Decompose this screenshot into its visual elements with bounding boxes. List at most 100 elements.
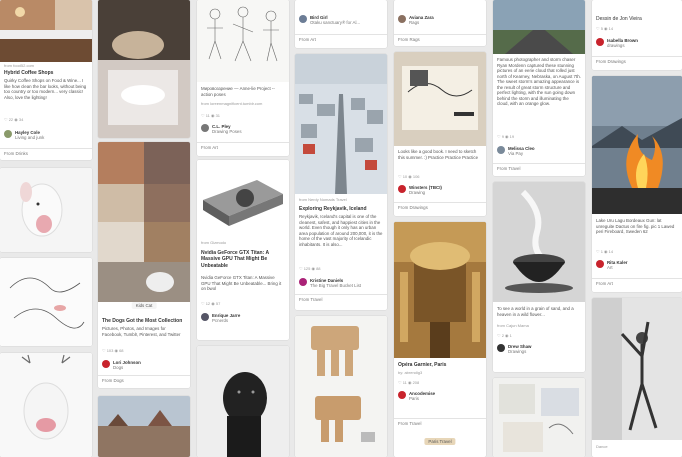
pin-origin: From Dogs bbox=[102, 378, 124, 383]
pin-card-leather-holder[interactable] bbox=[295, 316, 387, 457]
avatar[interactable] bbox=[596, 260, 604, 268]
reykjavik-image[interactable] bbox=[295, 54, 387, 194]
figure-sketch-image[interactable] bbox=[197, 0, 289, 82]
pin-card-aviana[interactable]: Aviana Zara Rags From Rags bbox=[394, 0, 486, 46]
coffee-shop-image[interactable] bbox=[0, 0, 92, 62]
pin-card-drawings[interactable] bbox=[493, 378, 585, 457]
dog-sketch-image[interactable] bbox=[0, 258, 92, 346]
pin-card-village[interactable] bbox=[98, 396, 190, 457]
avatar[interactable] bbox=[4, 130, 12, 138]
pinner-info[interactable]: C.L. Pley Drawing Poses bbox=[212, 124, 242, 135]
pin-card-dessin[interactable]: Dessin de Jon Vieira ♡ 5 ◉ 14 Isabella B… bbox=[592, 0, 682, 70]
dancer-image[interactable] bbox=[592, 298, 682, 440]
pin-origin: From Drawings bbox=[596, 59, 626, 64]
avatar[interactable] bbox=[102, 360, 110, 368]
pin-card-teacup[interactable]: To see a world in a grain of sand, and a… bbox=[493, 182, 585, 372]
pin-card-bullterrier[interactable] bbox=[0, 168, 92, 252]
pinner-info[interactable]: Isabella Brown drawings bbox=[607, 38, 638, 49]
avatar[interactable] bbox=[299, 278, 307, 286]
pin-source: from Nerdy Nomads Travel bbox=[299, 197, 347, 202]
pin-card-dog-collage[interactable]: Kids Cat The Dogs Got the Most Collectio… bbox=[98, 142, 190, 388]
pin-title: Exploring Reykjavik, Iceland bbox=[299, 206, 367, 212]
pinner-info[interactable]: Kristine Daniels The Big Travel Bucket L… bbox=[310, 278, 361, 289]
pin-stats: ♡ 125 ◉ 88 bbox=[299, 266, 321, 271]
divider bbox=[0, 148, 92, 149]
pin-card-notebook[interactable]: Looks like a good book. I need to sketch… bbox=[394, 52, 486, 216]
pin-card-gpu[interactable]: from Gizmodo Nvidia GeForce GTX Titan: A… bbox=[197, 160, 289, 340]
pin-card-road[interactable]: Famous photographer and storm chaser Rya… bbox=[493, 0, 585, 176]
board-name: Via Pay bbox=[508, 151, 524, 157]
pinner-info[interactable]: Ancodemise Paris bbox=[409, 391, 435, 402]
dog-collage-image[interactable] bbox=[98, 142, 190, 302]
avatar[interactable] bbox=[398, 15, 406, 23]
pin-card-opera[interactable]: Opéra Garnier, Paris by: abrendig3 ♡ 11 … bbox=[394, 222, 486, 457]
pinner-info[interactable]: Hayley Cole Living and junk bbox=[15, 130, 44, 141]
gpu-image[interactable] bbox=[197, 160, 289, 236]
avatar[interactable] bbox=[299, 15, 307, 23]
sketches-image[interactable] bbox=[493, 378, 585, 457]
divider bbox=[493, 163, 585, 164]
opera-garnier-image[interactable] bbox=[394, 222, 486, 358]
pinner-info[interactable]: Aviana Zara Rags bbox=[409, 15, 434, 26]
pinner-info[interactable]: Rita Kaler Art bbox=[607, 260, 628, 271]
pin-source: from loreenmagnificent.tumblr.com bbox=[201, 101, 263, 106]
avatar[interactable] bbox=[398, 185, 406, 193]
pin-card-sketch[interactable]: Мировоззрение — Anne-lie Project -- acti… bbox=[197, 0, 289, 156]
pin-origin: From Art bbox=[299, 37, 316, 42]
pin-origin: From Travel bbox=[398, 421, 422, 426]
village-image[interactable] bbox=[98, 396, 190, 457]
pin-card-dance[interactable]: Dance bbox=[592, 298, 682, 457]
bull-terrier-image[interactable] bbox=[0, 168, 92, 252]
pin-card-black-dog[interactable] bbox=[197, 346, 289, 457]
pin-stats: ♡ 103 ◉ 68 bbox=[102, 348, 124, 353]
pinner-info[interactable]: Bird Girl Otaku sanctuary® for Al... bbox=[310, 15, 360, 26]
board-name: Pcnerds bbox=[212, 318, 229, 324]
board-name: Living and junk bbox=[15, 135, 45, 141]
board-name: Dogs bbox=[113, 365, 124, 371]
dog-with-antlers-image[interactable] bbox=[0, 353, 92, 457]
avatar[interactable] bbox=[398, 391, 406, 399]
fire-image[interactable] bbox=[592, 76, 682, 214]
pinner-info[interactable]: Enrique Jarre Pcnerds bbox=[212, 313, 240, 324]
pinner-info[interactable]: Drew Shaw Drawings bbox=[508, 344, 531, 355]
divider bbox=[295, 34, 387, 35]
pug-image[interactable] bbox=[98, 0, 190, 138]
pin-card-drawing-dogs[interactable] bbox=[0, 258, 92, 346]
pin-card-birdgirl[interactable]: Bird Girl Otaku sanctuary® for Al... Fro… bbox=[295, 0, 387, 48]
divider bbox=[98, 375, 190, 376]
pin-description: Pictures, Photos, and Images for Faceboo… bbox=[102, 326, 181, 337]
pinner-info[interactable]: Lori Johnson Dogs bbox=[113, 360, 141, 371]
teacup-image[interactable] bbox=[493, 182, 585, 302]
pin-source: from Gizmodo bbox=[201, 240, 227, 245]
leather-holder-image[interactable] bbox=[295, 316, 387, 457]
pin-card-reykjavik[interactable]: from Nerdy Nomads Travel Exploring Reykj… bbox=[295, 54, 387, 310]
avatar[interactable] bbox=[201, 313, 209, 321]
pin-origin: From Art bbox=[596, 281, 613, 286]
pin-title: Hybrid Coffee Shops bbox=[4, 70, 54, 76]
pin-stats: ♡ 10 ◉ 106 bbox=[398, 174, 420, 179]
pin-board-badge: Paris Travel bbox=[424, 438, 456, 445]
avatar[interactable] bbox=[497, 344, 505, 352]
black-dog-image[interactable] bbox=[197, 346, 289, 457]
board-name: Rags bbox=[409, 20, 420, 26]
pinner-info[interactable]: Melissa Cleo Via Pay bbox=[508, 146, 535, 157]
storm-road-image[interactable] bbox=[493, 0, 585, 54]
pin-origin: From Drinks bbox=[4, 151, 28, 156]
avatar[interactable] bbox=[201, 124, 209, 132]
pin-card-coffee[interactable]: from food52.com Hybrid Coffee Shops Quir… bbox=[0, 0, 92, 160]
avatar[interactable] bbox=[497, 146, 505, 154]
avatar[interactable] bbox=[596, 38, 604, 46]
pin-card-deer-dog[interactable] bbox=[0, 353, 92, 457]
pin-origin: From Rags bbox=[398, 37, 420, 42]
pin-stats: ♡ 11 ◉ 31 bbox=[201, 113, 221, 118]
pin-stats: ♡ 5 ◉ 14 bbox=[596, 26, 614, 31]
pinner-info[interactable]: Winsters (TBCI) Drawing bbox=[409, 185, 442, 196]
pin-card-pug-bed[interactable] bbox=[98, 0, 190, 138]
pin-description: Looks like a good book. I need to sketch… bbox=[398, 149, 479, 160]
pin-description: To see a world in a grain of sand, and a… bbox=[497, 306, 574, 317]
sketchbook-image[interactable] bbox=[394, 52, 486, 146]
pin-title: Dance bbox=[596, 444, 608, 449]
pin-card-fire[interactable]: Lake Uru Lagu Bordeaux Gun: lat unreguit… bbox=[592, 76, 682, 292]
pin-stats: ♡ 1 ◉ 14 bbox=[596, 249, 614, 254]
pin-source: by: abrendig3 bbox=[398, 370, 423, 375]
